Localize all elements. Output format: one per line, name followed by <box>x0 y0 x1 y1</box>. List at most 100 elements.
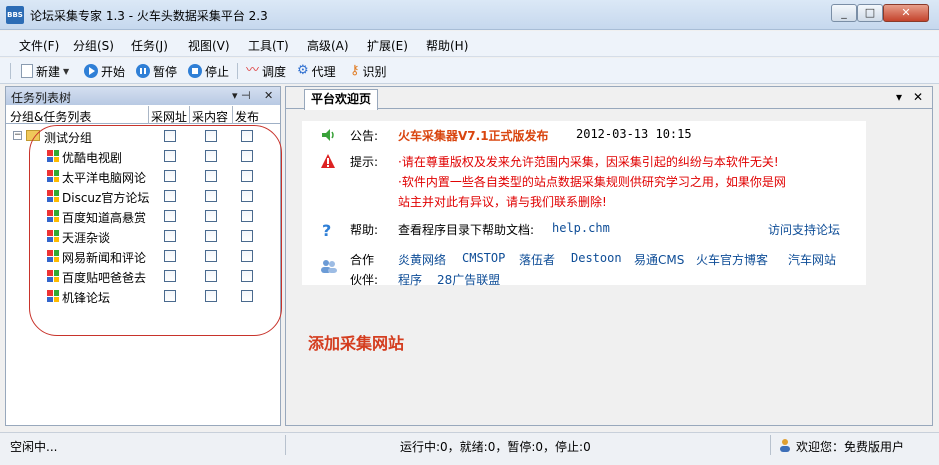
pause-icon <box>136 64 150 78</box>
collapse-icon[interactable]: − <box>13 131 22 140</box>
recognize-icon: ⚷ <box>350 63 360 78</box>
tab-close-icon[interactable]: ✕ <box>913 90 923 104</box>
tree-task-row[interactable]: 百度贴吧爸爸去 <box>6 266 280 286</box>
partner-link[interactable]: Destoon <box>571 251 622 265</box>
publish-checkbox[interactable] <box>241 290 253 302</box>
collect-content-checkbox[interactable] <box>205 290 217 302</box>
collect-content-checkbox[interactable] <box>205 190 217 202</box>
menu-help[interactable]: 帮助(H) <box>426 37 468 54</box>
help-file-link[interactable]: help.chm <box>552 221 610 235</box>
publish-checkbox[interactable] <box>241 210 253 222</box>
welcome-content: 公告: 火车采集器V7.1正式版发布 2012-03-13 10:15 提示: … <box>302 121 866 288</box>
stop-icon <box>188 64 202 78</box>
schedule-button[interactable]: 〰 调度 <box>246 62 286 80</box>
tab-strip: 平台欢迎页 ▾ ✕ <box>286 87 932 110</box>
task-label: 天涯杂谈 <box>62 231 111 245</box>
support-forum-link[interactable]: 访问支持论坛 <box>768 221 840 238</box>
publish-checkbox[interactable] <box>241 270 253 282</box>
notice-date: 2012-03-13 10:15 <box>576 127 692 141</box>
collect-url-checkbox[interactable] <box>164 230 176 242</box>
pin-icon[interactable]: ▾ ⊣ <box>232 89 251 102</box>
tree-task-row[interactable]: 百度知道高悬赏 <box>6 206 280 226</box>
publish-checkbox[interactable] <box>241 130 253 142</box>
collect-url-checkbox[interactable] <box>164 250 176 262</box>
collect-content-checkbox[interactable] <box>205 230 217 242</box>
task-label: 网易新闻和评论 <box>62 251 147 265</box>
status-user: 欢迎您：免费版用户 <box>796 440 905 454</box>
collect-url-checkbox[interactable] <box>164 210 176 222</box>
menu-view[interactable]: 视图(V) <box>188 37 230 54</box>
start-button[interactable]: 开始 <box>84 62 125 80</box>
tree-task-row[interactable]: 天涯杂谈 <box>6 226 280 246</box>
tree-task-row[interactable]: 优酷电视剧 <box>6 146 280 166</box>
collect-content-checkbox[interactable] <box>205 150 217 162</box>
schedule-label: 调度 <box>262 64 287 79</box>
close-icon[interactable]: ✕ <box>264 89 273 102</box>
column-divider[interactable] <box>148 106 149 124</box>
publish-checkbox[interactable] <box>241 250 253 262</box>
collect-content-checkbox[interactable] <box>205 250 217 262</box>
partner-link[interactable]: 28广告联盟 <box>437 271 500 288</box>
minimize-button[interactable]: _ <box>831 4 857 22</box>
publish-checkbox[interactable] <box>241 150 253 162</box>
partner-link[interactable]: CMSTOP <box>462 251 505 265</box>
notice-title-link[interactable]: 火车采集器V7.1正式版发布 <box>398 127 549 144</box>
collect-content-checkbox[interactable] <box>205 130 217 142</box>
collect-content-checkbox[interactable] <box>205 170 217 182</box>
task-icon <box>47 250 59 262</box>
tree-task-row[interactable]: 太平洋电脑网论 <box>6 166 280 186</box>
menu-extend[interactable]: 扩展(E) <box>367 37 408 54</box>
collect-url-checkbox[interactable] <box>164 170 176 182</box>
column-divider[interactable] <box>232 106 233 124</box>
tree-task-row[interactable]: 网易新闻和评论 <box>6 246 280 266</box>
menu-file[interactable]: 文件(F) <box>19 37 59 54</box>
publish-checkbox[interactable] <box>241 230 253 242</box>
chevron-down-icon[interactable]: ▼ <box>63 67 69 76</box>
tip-line-1: ·请在尊重版权及发来允许范围内采集，因采集引起的纠纷与本软件无关! <box>398 155 779 169</box>
menu-group[interactable]: 分组(S) <box>73 37 114 54</box>
task-label: 优酷电视剧 <box>62 151 123 165</box>
publish-checkbox[interactable] <box>241 190 253 202</box>
partner-link[interactable]: 程序 <box>398 271 422 288</box>
new-button[interactable]: 新建 ▼ <box>21 62 69 80</box>
column-collect-url[interactable]: 采网址 <box>151 108 187 125</box>
collect-url-checkbox[interactable] <box>164 290 176 302</box>
tab-menu-icon[interactable]: ▾ <box>896 90 902 104</box>
tree-group-row[interactable]: − 测试分组 <box>6 126 280 146</box>
collect-content-checkbox[interactable] <box>205 270 217 282</box>
column-publish[interactable]: 发布 <box>235 108 259 125</box>
menu-bar: 文件(F) 分组(S) 任务(J) 视图(V) 工具(T) 高级(A) 扩展(E… <box>0 31 939 57</box>
pause-button[interactable]: 暂停 <box>136 62 177 80</box>
column-divider[interactable] <box>189 106 190 124</box>
tree-task-row[interactable]: 机锋论坛 <box>6 286 280 306</box>
partner-link[interactable]: 落伍者 <box>519 251 555 268</box>
partner-link[interactable]: 汽车网站 <box>788 251 836 268</box>
close-button[interactable]: ✕ <box>883 4 929 22</box>
stop-button[interactable]: 停止 <box>188 62 229 80</box>
partner-label-1: 合作 <box>350 253 375 267</box>
status-bar: 空闲中... 运行中:0，就绪:0，暂停:0，停止:0 欢迎您：免费版用户 <box>0 432 939 465</box>
partner-link[interactable]: 火车官方博客 <box>696 251 768 268</box>
app-icon: BBS <box>6 6 24 24</box>
task-icon <box>47 270 59 282</box>
column-collect-content[interactable]: 采内容 <box>192 108 228 125</box>
menu-task[interactable]: 任务(J) <box>131 37 168 54</box>
collect-url-checkbox[interactable] <box>164 130 176 142</box>
recognize-button[interactable]: ⚷ 识别 <box>350 62 387 80</box>
collect-url-checkbox[interactable] <box>164 150 176 162</box>
maximize-button[interactable]: □ <box>857 4 883 22</box>
collect-content-checkbox[interactable] <box>205 210 217 222</box>
tab-welcome[interactable]: 平台欢迎页 <box>304 89 379 110</box>
menu-tools[interactable]: 工具(T) <box>248 37 289 54</box>
collect-url-checkbox[interactable] <box>164 190 176 202</box>
proxy-button[interactable]: ⚙ 代理 <box>297 62 336 80</box>
column-task-list[interactable]: 分组&任务列表 <box>10 108 91 125</box>
collect-url-checkbox[interactable] <box>164 270 176 282</box>
publish-checkbox[interactable] <box>241 170 253 182</box>
menu-advanced[interactable]: 高级(A) <box>307 37 349 54</box>
help-icon: ? <box>320 221 336 240</box>
play-icon <box>84 64 98 78</box>
partner-link[interactable]: 炎黄网络 <box>398 251 446 268</box>
tree-task-row[interactable]: Discuz官方论坛 <box>6 186 280 206</box>
partner-link[interactable]: 易通CMS <box>634 251 684 268</box>
